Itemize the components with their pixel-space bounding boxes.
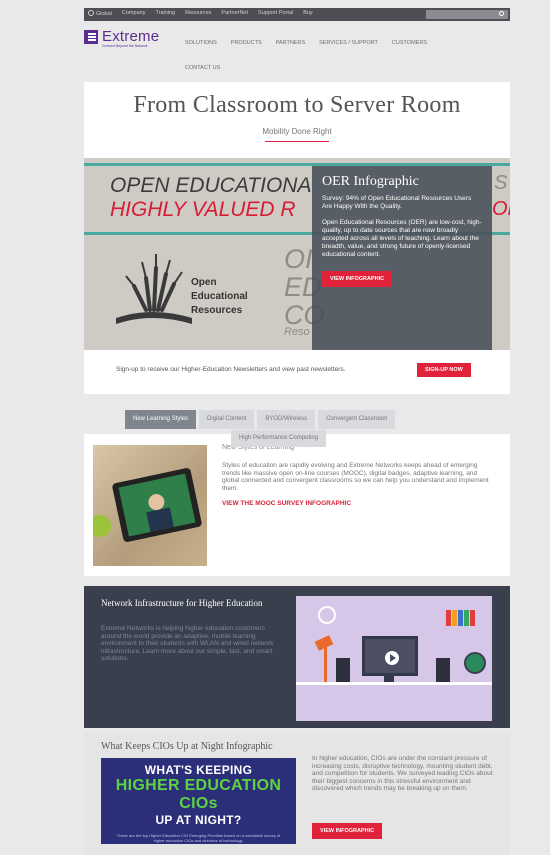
logo[interactable]: Extreme Connect Beyond the Network [84,29,159,48]
oer-card-survey: Survey: 94% of Open Educational Resource… [322,195,472,210]
network-video-thumbnail[interactable] [296,596,492,721]
utility-link-resources[interactable]: Resources [185,10,211,17]
banner-ghost-1: OI [284,244,313,274]
oer-banner: OPEN EDUCATIONA HIGHLY VALUED R S ARE OR… [84,158,510,350]
desk-shelf [296,682,492,685]
topic-tabs: New Learning Styles Digital Content BYOD… [125,410,396,429]
search-input[interactable] [426,10,508,19]
tablet-screen [118,473,196,537]
cio-img-line-3: UP AT NIGHT? [155,813,242,827]
utility-links: Global Company Training Resources Partne… [88,10,313,17]
oer-card-description: Open Educational Resources (OER) are low… [322,219,482,258]
learning-styles-panel: New Styles of Learning Styles of educati… [84,434,510,576]
tablet-lesson-image [93,445,207,566]
utility-link-global[interactable]: Global [88,10,112,17]
page-title: From Classroom to Server Room [133,92,461,118]
nav-contact-us[interactable]: CONTACT US [185,65,220,71]
cio-infographic-image[interactable]: WHAT'S KEEPING HIGHER EDUCATION CIOs UP … [101,758,296,844]
speaker-icon [436,658,450,682]
tab-digital-content[interactable]: Digital Content [199,410,255,429]
page-subtitle: Mobility Done Right [262,127,332,136]
apple-icon [93,515,111,537]
utility-bar: Global Company Training Resources Partne… [84,8,510,21]
clock-icon [318,606,336,624]
lamp-arm [324,646,327,682]
utility-link-support-portal[interactable]: Support Portal [258,10,293,17]
globe-icon [464,652,486,674]
cio-body: In higher education, CIOs are under the … [312,755,493,792]
banner-headline-2: HIGHLY VALUED R [110,198,296,221]
main-nav: SOLUTIONS PRODUCTS PARTNERS SERVICES / S… [185,40,427,46]
utility-link-partnernet[interactable]: PartnerNet [221,10,248,17]
oer-card-title: OER Infographic [322,174,419,189]
oer-label-line-2: Educational [191,291,248,302]
network-infrastructure-panel: Network Infrastructure for Higher Educat… [84,586,510,728]
view-cio-infographic-button[interactable]: VIEW INFOGRAPHIC [312,823,383,839]
speaker-icon [336,658,350,682]
nav-partners[interactable]: PARTNERS [276,40,305,46]
nav-solutions[interactable]: SOLUTIONS [185,40,217,46]
utility-link-training[interactable]: Training [155,10,175,17]
subtitle-underline [265,141,329,142]
tab-byod-wireless[interactable]: BYOD/Wireless [257,410,316,429]
banner-ghost-small: Reso [284,326,310,338]
oer-logo-label: Open Educational Resources [191,276,248,318]
cio-img-caption: These are the top Higher Education CIO E… [116,833,281,843]
oer-infographic-card: OER Infographic Survey: 94% of Open Educ… [312,166,492,350]
site-header: Extreme Connect Beyond the Network SOLUT… [84,21,510,77]
open-book-hand-icon [116,254,192,324]
cio-img-line-2: HIGHER EDUCATION CIOs [115,777,282,812]
tablet-icon [111,467,203,543]
utility-link-company[interactable]: Company [122,10,146,17]
nav-products[interactable]: PRODUCTS [231,40,262,46]
sign-up-button[interactable]: SIGN-UP NOW [417,363,471,377]
play-icon[interactable] [385,651,399,665]
search-icon[interactable] [499,11,504,16]
banner-ghost-right: S ARE [494,172,510,194]
monitor-icon [362,636,418,676]
hero-section: From Classroom to Server Room Mobility D… [84,82,510,158]
tab-convergent-classroom[interactable]: Convergent Classroom [318,410,396,429]
globe-icon [88,10,94,16]
view-oer-infographic-button[interactable]: VIEW INFOGRAPHIC [322,271,393,287]
learning-body: Styles of education are rapidly evolving… [222,462,489,492]
oer-label-line-1: Open [191,277,217,288]
nav-customers[interactable]: CUSTOMERS [392,40,427,46]
network-body: Extreme Networks is helping higher educa… [101,625,274,662]
tab-new-learning-styles[interactable]: New Learning Styles [125,410,197,429]
oer-label-line-3: Resources [191,305,243,316]
extreme-logo-icon [84,30,98,44]
network-title: Network Infrastructure for Higher Educat… [101,598,263,608]
banner-ghost-right-2: ORS [492,198,510,220]
cio-title: What Keeps CIOs Up at Night Infographic [101,741,273,752]
newsletter-text: Sign-up to receive our Higher-Education … [116,366,346,373]
teacher-body [146,507,174,532]
tab-high-performance-computing[interactable]: High Performance Computing [231,430,327,447]
newsletter-strip: Sign-up to receive our Higher-Education … [84,350,510,394]
nav-services-support[interactable]: SERVICES / SUPPORT [319,40,378,46]
mooc-survey-link[interactable]: VIEW THE MOOC SURVEY INFOGRAPHIC [222,500,351,507]
books-icon [446,610,478,626]
logo-name: Extreme [102,28,160,45]
logo-text: Extreme Connect Beyond the Network [102,29,159,48]
cio-infographic-panel: What Keeps CIOs Up at Night Infographic … [84,733,510,855]
cio-img-line-1: WHAT'S KEEPING [144,763,253,777]
utility-link-buy[interactable]: Buy [303,10,312,17]
banner-headline-1: OPEN EDUCATIONA [110,174,312,197]
